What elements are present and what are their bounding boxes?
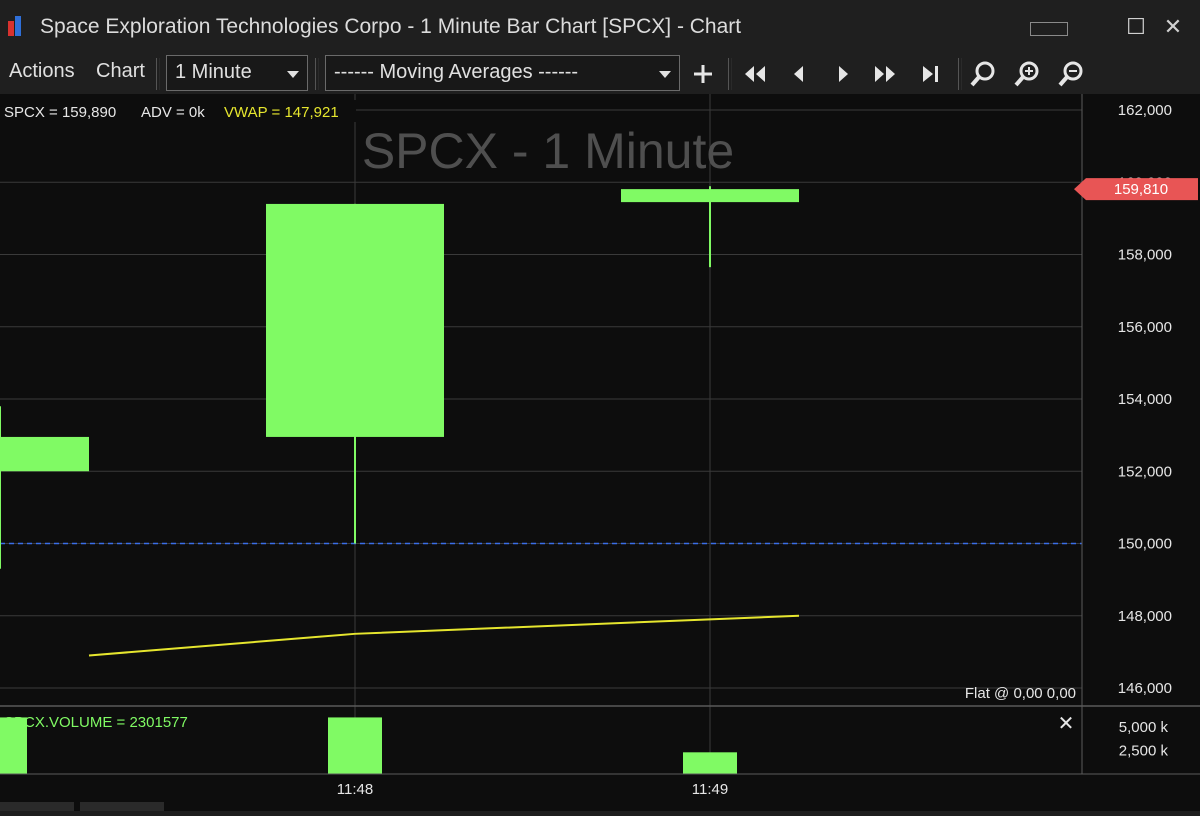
chevron-down-icon (659, 71, 671, 78)
toolbar: Actions Chart 1 Minute ------ Moving Ave… (0, 54, 1200, 94)
last-price-label: 159,810 (1114, 181, 1168, 198)
symbol-price-label: SPCX = 159,890 (4, 104, 116, 121)
left-icon (794, 66, 803, 82)
volume-tick-label: 2,500 k (1119, 742, 1169, 759)
volume-close-icon[interactable]: ✕ (1058, 713, 1075, 735)
y-tick-label: 156,000 (1118, 319, 1172, 336)
study-value: ------ Moving Averages ------ (334, 61, 579, 83)
y-axis-panel (1082, 94, 1200, 811)
y-tick-label: 150,000 (1118, 536, 1172, 553)
double-right-icon (875, 66, 895, 82)
y-tick-label: 162,000 (1118, 102, 1172, 119)
candle-body (0, 436, 89, 472)
plus-icon (694, 65, 712, 83)
restore-tab-icon[interactable] (1030, 22, 1068, 36)
scroll-end-button[interactable] (916, 60, 946, 88)
volume-label: SPCX.VOLUME = 2301577 (4, 714, 188, 731)
y-tick-label: 146,000 (1118, 680, 1172, 697)
candle-body (621, 189, 799, 203)
vwap-label: VWAP = 147,921 (224, 104, 339, 121)
x-tick-label: 11:48 (337, 781, 373, 798)
skip-end-icon (923, 66, 938, 82)
volume-tick-label: 5,000 k (1119, 719, 1169, 736)
volume-bar (328, 717, 382, 774)
volume-bar (683, 752, 737, 774)
price-chart: SPCX - 1 Minute 146,000 148,000 150,000 152… (0, 94, 1200, 811)
zoom-in-button[interactable] (1012, 60, 1042, 88)
zoom-button[interactable] (968, 60, 998, 88)
chart-title-watermark: SPCX - 1 Minute (362, 123, 734, 179)
candle-body (266, 203, 444, 437)
close-button[interactable]: ✕ (1153, 12, 1193, 42)
toolbar-separator (728, 58, 732, 90)
chart-menu[interactable]: Chart (96, 60, 145, 83)
y-tick-label: 158,000 (1118, 247, 1172, 264)
zoom-in-icon (1014, 61, 1039, 87)
last-price-marker: 159,810 (1074, 178, 1198, 201)
double-left-icon (745, 66, 765, 82)
window-title: Space Exploration Technologies Corpo - 1… (40, 15, 742, 38)
chart-area[interactable]: SPCX - 1 Minute 146,000 148,000 150,000 152… (0, 94, 1200, 811)
scroll-right-button[interactable] (828, 60, 858, 88)
vwap-line (88, 614, 800, 657)
interval-select[interactable]: 1 Minute (166, 55, 308, 91)
app-icon (8, 16, 24, 38)
right-icon (839, 66, 848, 82)
scroll-start-button[interactable] (740, 60, 770, 88)
actions-menu[interactable]: Actions (9, 60, 75, 83)
toolbar-separator (315, 58, 319, 90)
scroll-left-button[interactable] (784, 60, 814, 88)
zoom-out-icon (1058, 61, 1083, 87)
scrollbar-thumb[interactable] (80, 802, 164, 811)
magnifier-icon (970, 61, 995, 87)
y-tick-label: 148,000 (1118, 608, 1172, 625)
adv-label: ADV = 0k (141, 104, 205, 121)
toolbar-separator (156, 58, 160, 90)
y-tick-label: 152,000 (1118, 463, 1172, 480)
chevron-down-icon (287, 71, 299, 78)
position-label: Flat @ 0,00 0,00 (965, 685, 1076, 702)
interval-value: 1 Minute (175, 61, 252, 83)
maximize-button[interactable]: ☐ (1116, 12, 1156, 42)
scroll-forward-button[interactable] (870, 60, 900, 88)
x-tick-label: 11:49 (692, 781, 728, 798)
zoom-out-button[interactable] (1056, 60, 1086, 88)
title-bar: Space Exploration Technologies Corpo - 1… (0, 0, 1200, 54)
y-tick-label: 154,000 (1118, 391, 1172, 408)
scrollbar-left[interactable] (0, 802, 74, 811)
toolbar-separator (958, 58, 962, 90)
add-study-button[interactable] (688, 60, 718, 88)
study-select[interactable]: ------ Moving Averages ------ (325, 55, 680, 91)
